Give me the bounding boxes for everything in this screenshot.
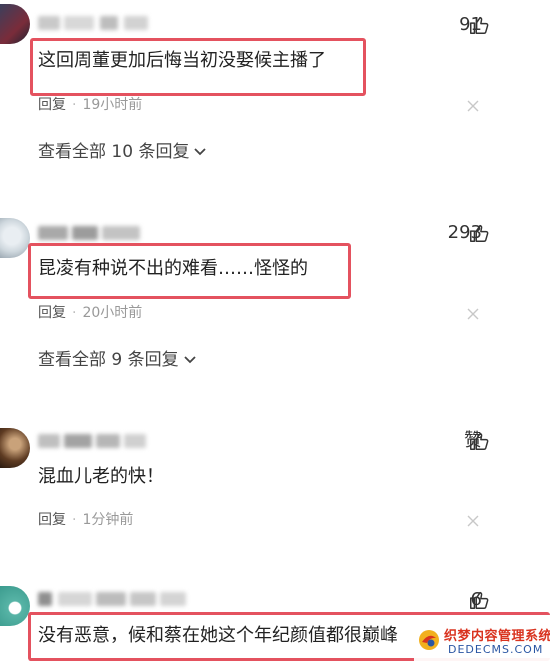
thumbs-up-icon[interactable] (468, 430, 490, 452)
comment-text: 昆凌有种说不出的难看……怪怪的 (38, 258, 308, 279)
comment-time: 20小时前 (82, 305, 143, 321)
watermark-title: 织梦内容管理系统 (444, 629, 550, 644)
comment-item: 91 这回周董更加后悔当初没娶候主播了 回复 · 19小时前 查看全部 10 条回复 (0, 0, 550, 190)
comment-item: 293 昆凌有种说不出的难看……怪怪的 回复 · 20小时前 查看全部 9 条回复 (0, 210, 550, 390)
avatar[interactable] (0, 4, 30, 44)
username-blurred[interactable] (38, 224, 142, 242)
comment-item: 赞 混血儿老的快！ 回复 · 1分钟前 (0, 418, 550, 548)
view-all-replies-button[interactable]: 查看全部 10 条回复 (38, 140, 207, 164)
username-blurred[interactable] (38, 14, 158, 32)
close-icon[interactable] (466, 307, 480, 321)
watermark-subtitle: DEDECMS.COM (448, 643, 544, 656)
view-all-replies-button[interactable]: 查看全部 9 条回复 (38, 348, 197, 372)
avatar[interactable] (0, 218, 30, 258)
comment-text: 混血儿老的快！ (38, 466, 164, 487)
comment-meta: 回复 · 19小时前 (38, 96, 142, 114)
thumbs-up-icon[interactable] (468, 589, 490, 611)
comment-meta: 回复 · 1分钟前 (38, 511, 133, 529)
comment-time: 1分钟前 (82, 512, 134, 528)
reply-button[interactable]: 回复 (38, 512, 66, 528)
comment-text: 这回周董更加后悔当初没娶候主播了 (38, 50, 326, 71)
avatar[interactable] (0, 428, 30, 468)
reply-button[interactable]: 回复 (38, 305, 66, 321)
avatar[interactable] (0, 586, 30, 626)
meta-separator: · (72, 512, 77, 528)
close-icon[interactable] (466, 514, 480, 528)
meta-separator: · (72, 97, 77, 113)
watermark: 织梦内容管理系统 DEDECMS.COM (414, 623, 550, 661)
thumbs-up-icon[interactable] (468, 222, 490, 244)
comment-meta: 回复 · 20小时前 (38, 304, 142, 322)
reply-button[interactable]: 回复 (38, 97, 66, 113)
view-all-label: 查看全部 10 条回复 (38, 142, 190, 162)
username-blurred[interactable] (38, 590, 188, 608)
comment-time: 19小时前 (82, 97, 143, 113)
thumbs-up-icon[interactable] (468, 14, 490, 36)
close-icon[interactable] (466, 99, 480, 113)
view-all-label: 查看全部 9 条回复 (38, 350, 179, 370)
meta-separator: · (72, 305, 77, 321)
watermark-logo-icon (419, 630, 439, 650)
chevron-down-icon (183, 356, 196, 364)
username-blurred[interactable] (38, 432, 150, 450)
comment-text: 没有恶意，候和蔡在她这个年纪颜值都很巅峰 (38, 625, 398, 646)
chevron-down-icon (194, 148, 207, 156)
